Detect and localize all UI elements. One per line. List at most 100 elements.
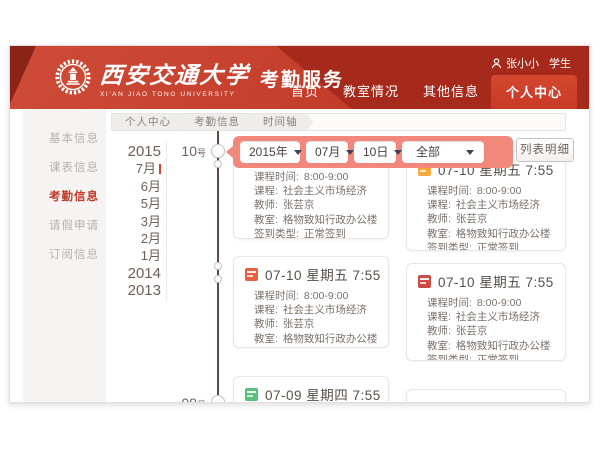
university-name-cn: 西安交通大学 [99, 56, 251, 90]
timeline-day-label-09: 09号 [160, 395, 206, 403]
university-name-block: 西安交通大学 XI'AN JIAO TONG UNIVERSITY [100, 56, 250, 98]
card-field: 课程时间:8:00-9:00 [418, 184, 554, 198]
main-nav: 首页教室情况其他信息个人中心 [279, 75, 577, 109]
card-field: 教室: 格物致知行政办公楼 [418, 227, 554, 241]
breadcrumb-item-2[interactable]: 考勤信息 [181, 114, 256, 130]
filter-bar: 2015年 07月 10日全部 [233, 136, 513, 168]
sidebar-item-2[interactable]: 课表信息 [23, 154, 106, 183]
month-dropdown[interactable]: 07月 [306, 141, 348, 163]
field-value: 8:00-9:00 [477, 296, 521, 310]
field-label: 课程: [427, 310, 451, 324]
field-label: 课程: [427, 198, 451, 212]
day-dropdown[interactable]: 10日 [354, 141, 396, 163]
card-title: 07-10 星期五 7:55 [438, 271, 554, 291]
timeline-month-list: 20157月6月5月3月2月1月20142013 [106, 143, 161, 300]
card-body: 课程时间:8:00-9:00课程:社会主义市场经济教师:张芸京教室:格物致知行政… [418, 184, 554, 251]
sidebar-item-4[interactable]: 请假申请 [23, 212, 106, 241]
timeline-dot [211, 144, 225, 158]
breadcrumb-item-1[interactable]: 个人中心 [112, 114, 187, 130]
timeline-label-3月[interactable]: 3月 [106, 213, 161, 230]
card-field: 教室: 格物致知行政办公楼 [418, 339, 554, 353]
year-dropdown[interactable]: 2015年 [240, 141, 300, 163]
card-field: 教室:格物致知行政办公楼 [245, 213, 377, 227]
field-value: 社会主义市场经济 [456, 198, 540, 212]
attendance-card-6[interactable] [406, 389, 566, 403]
type-dropdown[interactable]: 全部 [402, 141, 484, 163]
university-seal-icon [54, 58, 92, 96]
field-value: 正常签到 [304, 227, 346, 239]
timeline-dot [214, 275, 222, 283]
card-field: 教室:格物致知行政办公楼 [245, 332, 377, 346]
nav-item-1[interactable]: 首页 [279, 81, 331, 109]
card-field: 课程时间: 8:00-9:00 [418, 296, 554, 310]
attendance-card-4[interactable]: 07-10 星期五 7:55 课程时间: 8:00-9:00课程:社会主义市场经济… [406, 263, 566, 361]
calendar-status-icon [418, 275, 431, 288]
field-label: 签到类型: [427, 353, 472, 361]
sidebar-item-1[interactable]: 基本信息 [23, 125, 106, 154]
body-area: 基本信息课表信息考勤信息请假申请订阅信息 个人中心考勤信息时间轴 20157月6… [10, 109, 590, 403]
field-value: 8:00-9:00 [304, 170, 348, 184]
list-detail-button[interactable]: 列表明细 [516, 138, 574, 162]
sidebar-item-3[interactable]: 考勤信息 [23, 183, 106, 212]
timeline-label-2013[interactable]: 2013 [106, 282, 161, 299]
sidebar: 基本信息课表信息考勤信息请假申请订阅信息 [23, 109, 106, 403]
timeline-label-2015[interactable]: 2015 [106, 143, 161, 160]
field-label: 签到类型: [427, 241, 472, 251]
field-label: 教室: [427, 227, 451, 241]
field-value: 格物致知行政办公楼 [456, 339, 551, 353]
card-field: 签到类型:正常签到 [245, 227, 377, 239]
field-value: 社会主义市场经济 [283, 303, 367, 317]
card-field: 课程:社会主义市场经济 [245, 303, 377, 317]
breadcrumb-item-3[interactable]: 时间轴 [250, 114, 314, 130]
current-month-tick [159, 164, 161, 174]
card-header: 07-10 星期五 7:55 [418, 271, 554, 291]
field-value: 张芸京 [456, 324, 488, 338]
card-field: 签到类型: 正常签到 [418, 353, 554, 361]
nav-item-2[interactable]: 教室情况 [331, 81, 411, 109]
timeline-day-label-10: 10号 [160, 143, 206, 159]
university-name-en: XI'AN JIAO TONG UNIVERSITY [100, 91, 250, 98]
field-value: 格物致知行政办公楼 [283, 213, 378, 227]
card-header: 07-09 星期四 7:55 [245, 384, 377, 403]
timeline-label-2月[interactable]: 2月 [106, 230, 161, 247]
card-field: 课程时间:8:00-9:00 [245, 170, 377, 184]
chevron-down-icon [294, 150, 302, 155]
sidebar-item-5[interactable]: 订阅信息 [23, 241, 106, 270]
calendar-status-icon [245, 388, 258, 401]
field-label: 教室: [427, 339, 451, 353]
timeline-dot [214, 262, 222, 270]
card-field: 课程:社会主义市场经济 [245, 184, 377, 198]
field-value: 社会主义市场经济 [283, 184, 367, 198]
field-value: 格物致知行政办公楼 [456, 227, 551, 241]
field-value: 8:00-9:00 [304, 289, 348, 303]
page: 西安交通大学 XI'AN JIAO TONG UNIVERSITY 考勤服务 张… [0, 0, 600, 450]
content-area: 个人中心考勤信息时间轴 20157月6月5月3月2月1月20142013 10号… [106, 109, 590, 403]
timeline-label-1月[interactable]: 1月 [106, 247, 161, 264]
calendar-status-icon [245, 268, 258, 281]
nav-item-4[interactable]: 个人中心 [491, 75, 577, 109]
card-field: 课程时间: 8:00-9:00 [245, 289, 377, 303]
field-value: 正常签到 [477, 353, 519, 361]
attendance-card-3[interactable]: 07-10 星期五 7:55 课程时间:8:00-9:00课程:社会主义市场经济… [233, 256, 389, 348]
card-left-notch [406, 277, 412, 288]
field-label: 教师: [427, 212, 451, 226]
field-label: 课程时间: [254, 289, 299, 303]
attendance-card-5[interactable]: 07-09 星期四 7:55 [233, 376, 389, 403]
app-header: 西安交通大学 XI'AN JIAO TONG UNIVERSITY 考勤服务 张… [10, 46, 589, 109]
breadcrumb: 个人中心考勤信息时间轴 [111, 113, 566, 131]
field-value: 正常签到 [304, 346, 346, 348]
user-role: 学生 [549, 55, 571, 71]
card-field: 教师:张芸京 [245, 198, 377, 212]
card-field: 课程:社会主义市场经济 [418, 310, 554, 324]
timeline-label-7月[interactable]: 7月 [106, 160, 161, 177]
field-label: 课程时间: [427, 296, 472, 310]
card-field: 教师:张芸京 [245, 317, 377, 331]
nav-item-3[interactable]: 其他信息 [411, 81, 491, 109]
field-value: 格物致知行政办公楼 [283, 332, 378, 346]
field-value: 正常签到 [477, 241, 519, 251]
timeline-label-6月[interactable]: 6月 [106, 178, 161, 195]
timeline-label-5月[interactable]: 5月 [106, 195, 161, 212]
user-icon [491, 58, 502, 69]
user-info[interactable]: 张小小 学生 [491, 55, 571, 71]
timeline-label-2014[interactable]: 2014 [106, 265, 161, 282]
